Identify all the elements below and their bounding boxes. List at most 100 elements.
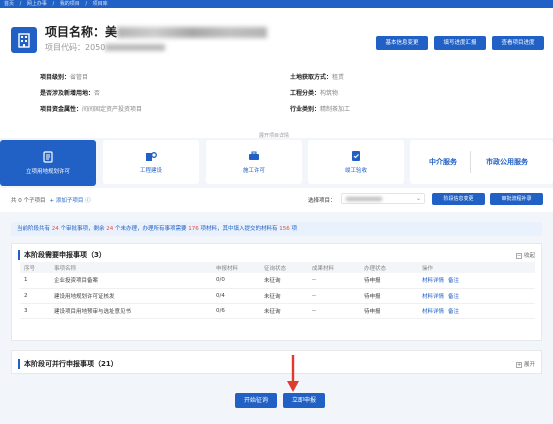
- project-code: 项目代码：2050: [45, 42, 166, 53]
- gear-building-icon: [146, 152, 157, 161]
- subproject-count-text: 共 0 个子项目: [11, 198, 46, 204]
- info-value: 精制茶加工: [320, 106, 351, 113]
- cell-result: --: [308, 288, 360, 304]
- cell-result: --: [308, 273, 360, 289]
- info-label: 土地获取方式：: [290, 74, 333, 81]
- breadcrumb-home[interactable]: 首页: [4, 1, 14, 7]
- info-label: 项目资金属性：: [40, 106, 83, 113]
- tab-label: 施工许可: [242, 168, 265, 174]
- info-label: 工程分类：: [290, 90, 321, 97]
- expand-details-link[interactable]: 展开项目详情: [259, 132, 289, 139]
- stage-summary-notice: 当前阶段共有 24 个审批事项，剩余 24 个未办理，办理所有事项需要 176 …: [11, 222, 542, 236]
- cell-material: 0/4: [212, 288, 260, 304]
- service-tabs: 中介服务 市政公用服务: [410, 140, 553, 184]
- tab-completion-acceptance[interactable]: 竣工验收: [308, 140, 404, 184]
- cell-consult: 未征询: [260, 273, 308, 289]
- remarks-link[interactable]: 备注: [448, 278, 459, 284]
- breadcrumb-my-projects[interactable]: 我的项目: [60, 1, 80, 7]
- cell-ops: 材料详情 备注: [418, 273, 535, 289]
- col-header: 办理状态: [360, 262, 418, 273]
- checklist-icon: [352, 151, 360, 161]
- add-subproject-link[interactable]: + 添加子项目 ⓘ: [50, 198, 91, 204]
- panel-title: 本阶段需要申报事项（3）: [18, 250, 106, 260]
- tab-intermediary-service[interactable]: 中介服务: [429, 157, 457, 167]
- table-header-row: 序号 事项名称 申报材料 征询状态 成果材料 办理状态 操作: [20, 262, 535, 273]
- tab-construction-permit[interactable]: 施工许可: [206, 140, 302, 184]
- subproject-count: 共 0 个子项目 + 添加子项目 ⓘ: [11, 196, 91, 204]
- expand-label: 展开: [523, 362, 535, 368]
- project-select[interactable]: ⌄: [341, 193, 425, 204]
- cell-ops: 材料详情 备注: [418, 303, 535, 319]
- cell-name: 建设用地规划许可证核发: [50, 288, 212, 304]
- project-header: 项目名称：美 项目代码：2050 基本信息变更 填写进度汇报 查看项目进度 项目…: [0, 8, 553, 139]
- collapse-icon: −: [515, 252, 522, 259]
- expand-toggle[interactable]: + 展开: [515, 360, 535, 368]
- col-header: 事项名称: [50, 262, 212, 273]
- stage-tabs: 立项用地规划许可 工程建设 施工许可 竣工验收 中介服务 市政公用服务: [0, 140, 553, 186]
- divider: [470, 151, 471, 173]
- breadcrumb: 首页 / 网上办事 / 我的项目 / 项目库: [0, 0, 553, 8]
- notice-number: 156: [279, 226, 290, 232]
- redacted-code: [105, 44, 166, 51]
- collapse-label: 收起: [523, 253, 535, 259]
- remarks-link[interactable]: 备注: [448, 309, 459, 315]
- cell-no: 3: [20, 303, 50, 319]
- parallel-items-panel: 本阶段可并行申报事项（21） + 展开: [11, 350, 542, 374]
- tab-label: 竣工验收: [344, 168, 367, 174]
- cell-consult: 未征询: [260, 288, 308, 304]
- cell-name: 企业投资项目备案: [50, 273, 212, 289]
- redacted-name: [117, 27, 268, 38]
- info-fund: 项目资金属性：间间固定资产投资项目: [40, 104, 142, 113]
- info-label: 是否涉及新增用地：: [40, 90, 95, 97]
- table-row: 2 建设用地规划许可证核发 0/4 未征询 -- 待申报 材料详情 备注: [20, 288, 535, 304]
- view-progress-button[interactable]: 查看项目进度: [492, 36, 544, 50]
- info-new-land: 是否涉及新增用地：否: [40, 88, 100, 97]
- notice-text: 个未办理，办理所有事项需要: [113, 226, 189, 232]
- cell-material: 0/6: [212, 303, 260, 319]
- tab-municipal-service[interactable]: 市政公用服务: [486, 157, 528, 167]
- panel-title: 本阶段可并行申报事项（21）: [18, 359, 118, 369]
- notice-text: 项材料，其中填入提交的材料有: [198, 226, 280, 232]
- cell-status: 待申报: [360, 303, 418, 319]
- table-row: 1 企业投资项目备案 0/0 未征询 -- 待申报 材料详情 备注: [20, 273, 535, 289]
- project-name-value: 美: [105, 25, 118, 39]
- tab-label: 工程建设: [139, 168, 162, 174]
- project-code-label: 项目代码：: [45, 43, 85, 52]
- change-info-button[interactable]: 基本信息变更: [376, 36, 428, 50]
- annotation-arrow-icon: [287, 355, 299, 392]
- supplement-process-button[interactable]: 审批流程补录: [490, 193, 543, 205]
- toolbox-icon: [249, 151, 259, 160]
- info-value: 省管目: [70, 74, 89, 81]
- breadcrumb-separator: /: [85, 1, 88, 7]
- redacted-project: [346, 197, 382, 201]
- stage-info-change-button[interactable]: 阶段信息变更: [432, 193, 485, 205]
- fill-progress-button[interactable]: 填写进度汇报: [434, 36, 486, 50]
- required-items-panel: 本阶段需要申报事项（3） − 收起 序号 事项名称 申报材料 征询状态 成果材料 …: [11, 243, 542, 341]
- info-industry: 行业类别：精制茶加工: [290, 104, 350, 113]
- tab-project-land-planning[interactable]: 立项用地规划许可: [0, 140, 96, 186]
- apply-now-button[interactable]: 立即申报: [283, 393, 325, 408]
- cell-status: 待申报: [360, 273, 418, 289]
- info-land-method: 土地获取方式：租赁: [290, 72, 344, 81]
- remarks-link[interactable]: 备注: [448, 294, 459, 300]
- collapse-toggle[interactable]: − 收起: [515, 251, 535, 259]
- cell-no: 1: [20, 273, 50, 289]
- material-details-link[interactable]: 材料详情: [422, 294, 444, 300]
- notice-number: 176: [188, 226, 199, 232]
- material-details-link[interactable]: 材料详情: [422, 278, 444, 284]
- material-details-link[interactable]: 材料详情: [422, 309, 444, 315]
- notice-text: 个审批事项，剩余: [58, 226, 107, 232]
- breadcrumb-online-services[interactable]: 网上办事: [27, 1, 47, 7]
- expand-icon: +: [515, 361, 522, 368]
- info-label: 项目级别：: [40, 74, 71, 81]
- info-project-level: 项目级别：省管目: [40, 72, 88, 81]
- building-icon: [11, 27, 37, 53]
- breadcrumb-separator: /: [52, 1, 55, 7]
- project-name: 项目名称：美: [45, 23, 268, 40]
- required-items-table: 序号 事项名称 申报材料 征询状态 成果材料 办理状态 操作 1 企业投资项目备…: [20, 262, 535, 319]
- cell-material: 0/0: [212, 273, 260, 289]
- cell-consult: 未征询: [260, 303, 308, 319]
- col-header: 序号: [20, 262, 50, 273]
- start-consultation-button[interactable]: 开始征询: [235, 393, 277, 408]
- tab-engineering[interactable]: 工程建设: [103, 140, 199, 184]
